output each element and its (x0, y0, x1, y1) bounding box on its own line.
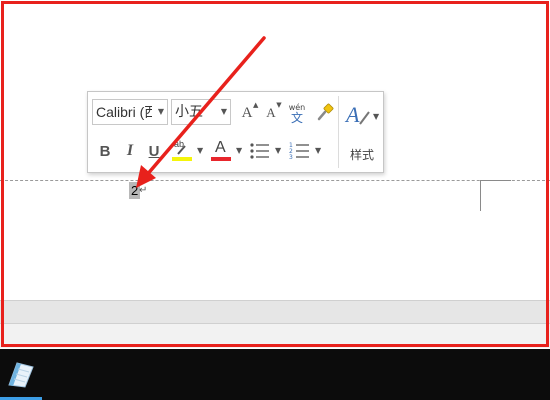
font-color-letter: A (215, 139, 226, 156)
bold-button[interactable]: B (96, 141, 114, 161)
format-painter-icon (317, 103, 334, 121)
screen: 2 ↵ Calibri (西 ▼ 小五 ▼ A ▲ A ▼ wén 文 B I … (0, 0, 550, 400)
phonetic-bottom-text: 文 (290, 111, 303, 125)
font-color-icon: A (210, 139, 232, 163)
shrink-font-icon: A ▼ (266, 101, 282, 120)
bullets-icon (250, 143, 269, 159)
phonetic-guide-icon: wén 文 (289, 103, 306, 125)
taskbar-app-button[interactable] (0, 349, 42, 400)
grow-font-letter: A (241, 104, 253, 121)
font-size-value: 小五 (175, 104, 203, 120)
font-color-button[interactable]: A (210, 139, 232, 163)
highlight-button[interactable]: ab (171, 139, 193, 163)
bullets-button[interactable] (249, 140, 271, 162)
phonetic-guide-button[interactable]: wén 文 (285, 101, 309, 125)
font-name-combo[interactable]: Calibri (西 ▼ (92, 99, 168, 125)
italic-button[interactable]: I (121, 141, 139, 161)
svg-text:▼: ▼ (373, 112, 380, 121)
shrink-font-button[interactable]: A ▼ (262, 101, 282, 123)
page-margin-marker (480, 180, 511, 211)
font-name-value: Calibri (西 (96, 104, 152, 120)
numbering-button[interactable]: 1 2 3 (289, 140, 311, 162)
format-painter-button[interactable] (314, 102, 336, 124)
underline-button[interactable]: U (146, 141, 162, 161)
chevron-down-icon[interactable]: ▼ (275, 146, 281, 155)
styles-button[interactable]: A ▼ 样式 (343, 98, 381, 168)
font-size-combo[interactable]: 小五 ▼ (171, 99, 231, 125)
styles-icon: A ▼ (344, 102, 380, 127)
notepad-app-icon (8, 362, 34, 388)
status-bar (0, 324, 550, 348)
taskbar (0, 349, 550, 400)
paragraph-mark: ↵ (139, 185, 148, 196)
svg-text:3: 3 (289, 154, 293, 161)
svg-text:A: A (344, 102, 360, 127)
text-highlight-icon: ab (171, 139, 193, 163)
grow-font-icon: A ▲ (241, 100, 259, 121)
grow-font-button[interactable]: A ▲ (238, 100, 259, 123)
chevron-down-icon[interactable]: ▼ (315, 146, 321, 155)
chevron-down-icon[interactable]: ▼ (236, 146, 242, 155)
page-break-line (0, 180, 550, 181)
bold-icon: B (99, 142, 111, 160)
horizontal-scrollbar[interactable] (0, 300, 550, 324)
styles-label: 样式 (349, 148, 374, 162)
italic-icon: I (126, 142, 134, 159)
mini-toolbar: Calibri (西 ▼ 小五 ▼ A ▲ A ▼ wén 文 B I U ab… (87, 91, 384, 173)
toolbar-separator (338, 96, 339, 168)
underline-icon: U (148, 142, 160, 160)
chevron-down-icon[interactable]: ▼ (197, 146, 203, 155)
shrink-font-letter: A (266, 105, 276, 120)
chevron-down-icon[interactable]: ▼ (158, 100, 164, 124)
chevron-down-icon[interactable]: ▼ (221, 100, 227, 124)
numbering-icon: 1 2 3 (289, 142, 309, 161)
